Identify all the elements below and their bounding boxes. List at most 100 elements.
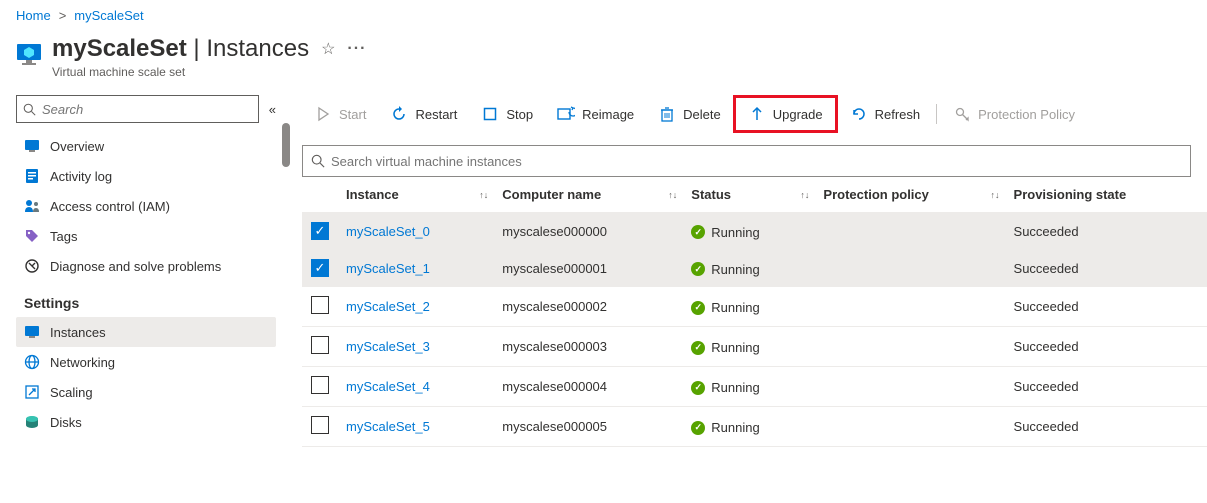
protection-cell [815,287,1005,327]
sidebar-search-input[interactable] [42,102,252,117]
sort-icon[interactable]: ↑↓ [668,190,677,200]
toolbar-divider [936,104,937,124]
start-button[interactable]: Start [302,98,378,130]
row-checkbox[interactable]: ✓ [311,259,329,277]
delete-button[interactable]: Delete [646,98,733,130]
col-status[interactable]: Status↑↓ [683,177,815,213]
main-content: Start Restart Stop Reimage Delete [286,87,1207,447]
instance-link[interactable]: myScaleSet_2 [346,299,430,314]
search-icon [23,103,36,116]
sidebar-scrollbar[interactable] [281,123,291,447]
sidebar-item-scaling[interactable]: Scaling [16,377,276,407]
refresh-button[interactable]: Refresh [838,98,933,130]
table-row[interactable]: ✓myScaleSet_0myscalese000000✓RunningSucc… [302,213,1207,250]
computer-name-cell: myscalese000004 [494,367,683,407]
provisioning-cell: Succeeded [1006,367,1207,407]
sidebar-item-overview[interactable]: Overview [16,131,276,161]
status-cell: ✓Running [683,407,815,447]
row-checkbox[interactable] [311,416,329,434]
disks-icon [24,414,40,430]
protection-cell [815,213,1005,250]
sidebar-item-networking[interactable]: Networking [16,347,276,377]
sidebar-item-activity-log[interactable]: Activity log [16,161,276,191]
sidebar-item-label: Networking [50,355,115,370]
row-checkbox[interactable] [311,296,329,314]
sidebar-search[interactable] [16,95,259,123]
instances-icon [24,324,40,340]
protection-policy-button[interactable]: Protection Policy [941,98,1087,130]
reimage-button[interactable]: Reimage [545,98,646,130]
sidebar-section-settings: Settings [16,281,276,317]
sidebar-item-instances[interactable]: Instances [16,317,276,347]
toolbar: Start Restart Stop Reimage Delete [302,95,1207,145]
table-row[interactable]: ✓myScaleSet_1myscalese000001✓RunningSucc… [302,250,1207,287]
col-provisioning[interactable]: Provisioning state [1006,177,1207,213]
diagnose-icon [24,258,40,274]
favorite-star-icon[interactable]: ☆ [321,39,335,59]
sidebar-item-access-control[interactable]: Access control (IAM) [16,191,276,221]
sidebar-item-diagnose[interactable]: Diagnose and solve problems [16,251,276,281]
table-row[interactable]: myScaleSet_4 myscalese000004✓Running Succe… [302,367,1207,407]
instance-link[interactable]: myScaleSet_1 [346,261,430,276]
col-checkbox [302,177,338,213]
status-cell: ✓Running [683,367,815,407]
vmss-resource-icon [16,41,42,67]
page-title: myScaleSet | Instances [52,35,309,63]
restart-icon [390,105,408,123]
protection-cell [815,250,1005,287]
row-checkbox[interactable] [311,376,329,394]
success-icon: ✓ [691,301,705,315]
sort-icon[interactable]: ↑↓ [479,190,488,200]
stop-button[interactable]: Stop [469,98,545,130]
more-menu-icon[interactable]: ··· [347,40,366,58]
sort-icon[interactable]: ↑↓ [800,190,809,200]
col-computer[interactable]: Computer name↑↓ [494,177,683,213]
upgrade-icon [748,105,766,123]
sidebar-item-label: Disks [50,415,82,430]
breadcrumb-resource[interactable]: myScaleSet [74,8,143,23]
table-row[interactable]: myScaleSet_2myscalese000002✓RunningSucce… [302,287,1207,327]
activity-log-icon [24,168,40,184]
instance-link[interactable]: myScaleSet_4 [346,379,430,394]
sort-icon[interactable]: ↑↓ [991,190,1000,200]
upgrade-button[interactable]: Upgrade [736,98,835,130]
status-cell: ✓Running [683,250,815,287]
scrollbar-thumb[interactable] [282,123,290,167]
instances-table: Instance↑↓ Computer name↑↓ Status↑↓ Prot… [302,177,1207,447]
instance-link[interactable]: myScaleSet_5 [346,419,430,434]
row-checkbox[interactable] [311,336,329,354]
access-control-icon [24,198,40,214]
sidebar-item-label: Diagnose and solve problems [50,259,221,274]
grid-search-input[interactable] [331,154,1182,169]
delete-icon [658,105,676,123]
instance-link[interactable]: myScaleSet_0 [346,224,430,239]
table-row[interactable]: myScaleSet_5myscalese000005✓RunningSucce… [302,407,1207,447]
sidebar-item-tags[interactable]: Tags [16,221,276,251]
restart-button[interactable]: Restart [378,98,469,130]
search-icon [311,154,325,168]
success-icon: ✓ [691,421,705,435]
row-checkbox[interactable]: ✓ [311,222,329,240]
sidebar-item-label: Tags [50,229,77,244]
collapse-sidebar-icon[interactable]: « [269,102,276,117]
breadcrumb-home[interactable]: Home [16,8,51,23]
success-icon: ✓ [691,262,705,276]
provisioning-cell: Succeeded [1006,407,1207,447]
col-instance[interactable]: Instance↑↓ [338,177,494,213]
play-icon [314,105,332,123]
scaling-icon [24,384,40,400]
protection-cell [815,327,1005,367]
status-cell: ✓Running [683,287,815,327]
protection-policy-icon [953,105,971,123]
success-icon: ✓ [691,225,705,239]
col-protection[interactable]: Protection policy↑↓ [815,177,1005,213]
instance-link[interactable]: myScaleSet_3 [346,339,430,354]
protection-cell [815,367,1005,407]
provisioning-cell: Succeeded [1006,287,1207,327]
sidebar-item-disks[interactable]: Disks [16,407,276,437]
status-cell: ✓Running [683,327,815,367]
table-row[interactable]: myScaleSet_3myscalese000003✓RunningSucce… [302,327,1207,367]
provisioning-cell: Succeeded [1006,213,1207,250]
sidebar-item-label: Instances [50,325,106,340]
grid-search[interactable] [302,145,1191,177]
